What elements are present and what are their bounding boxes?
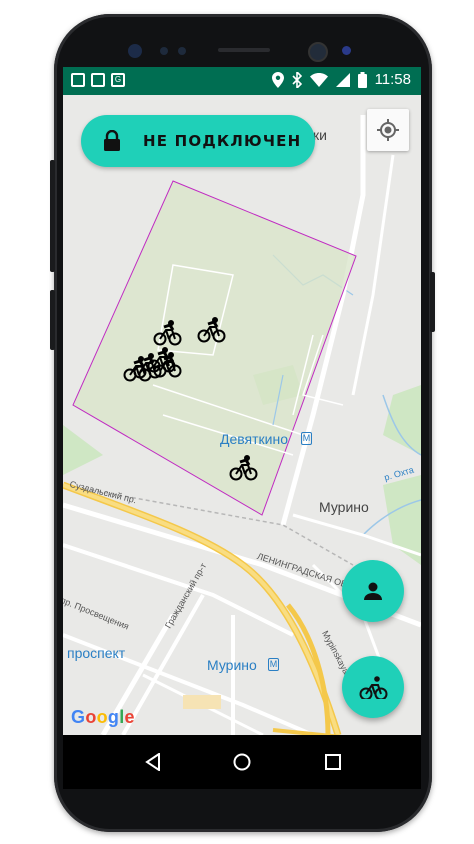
phone-side-button <box>50 290 55 350</box>
signal-icon <box>335 72 350 87</box>
metro-icon: M <box>301 432 312 445</box>
metro-icon: M <box>268 658 279 671</box>
map-label-station: Мурино <box>207 657 257 673</box>
front-sensor <box>178 47 186 55</box>
earpiece <box>218 48 270 52</box>
lock-icon <box>104 130 120 151</box>
home-button[interactable] <box>222 735 262 789</box>
back-button[interactable] <box>133 735 173 789</box>
recents-button[interactable] <box>313 735 353 789</box>
phone-side-button <box>430 272 435 332</box>
location-icon <box>271 71 284 88</box>
map-label-station: проспект <box>67 645 126 661</box>
bluetooth-icon <box>291 71 302 88</box>
image-icon <box>91 73 105 87</box>
recents-icon <box>325 754 341 770</box>
map-label: ки <box>313 127 327 143</box>
lock-status-label: НЕ ПОДКЛЮЧЕН <box>143 132 302 150</box>
status-time: 11:58 <box>374 71 411 88</box>
my-location-button[interactable] <box>367 109 409 151</box>
phone-side-button <box>50 160 55 272</box>
map-label-town: Мурино <box>319 499 369 515</box>
front-camera <box>308 42 328 62</box>
status-bar: G 11:58 <box>63 67 421 95</box>
lock-status-button[interactable]: НЕ ПОДКЛЮЧЕН <box>81 115 315 167</box>
iris-sensor <box>342 46 351 55</box>
map[interactable]: ки Девяткино M Мурино Мурино M проспект … <box>63 95 421 735</box>
battery-icon <box>357 71 367 88</box>
google-attribution: Google <box>71 707 135 727</box>
navigation-bar <box>63 735 421 789</box>
front-camera <box>128 44 142 58</box>
notification-icon <box>71 73 85 87</box>
home-icon <box>233 753 251 771</box>
map-canvas[interactable] <box>63 95 421 735</box>
my-location-icon <box>377 119 399 141</box>
map-label-station: Девяткино <box>220 431 289 447</box>
front-sensor <box>160 47 168 55</box>
screen: G 11:58 ки Девяткино M Мурино Мурино M п… <box>63 67 421 735</box>
wifi-icon <box>309 72 328 87</box>
person-icon <box>364 582 382 600</box>
back-icon <box>145 753 160 771</box>
translate-icon: G <box>111 73 125 87</box>
profile-button[interactable] <box>342 560 404 622</box>
bicycle-icon <box>359 676 388 699</box>
bikes-button[interactable] <box>342 656 404 718</box>
